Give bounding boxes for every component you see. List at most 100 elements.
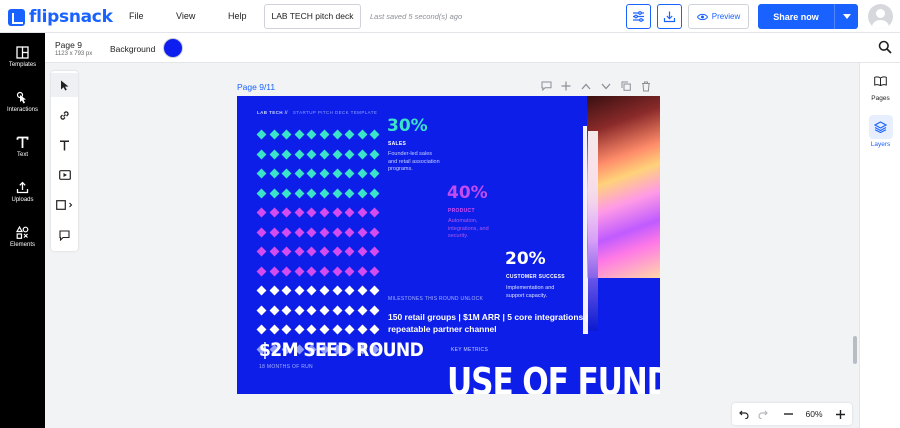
page-properties-bar: Page 9 1123 x 793 px Background	[45, 33, 900, 63]
user-avatar[interactable]	[868, 4, 893, 29]
diamond-shape	[256, 129, 267, 140]
top-bar: flipsnack File View Help LAB TECH pitch …	[0, 0, 900, 33]
diamond-shape	[357, 324, 368, 335]
interactions-icon	[16, 91, 26, 104]
menu-view[interactable]: View	[176, 11, 195, 21]
diamond-shape	[319, 246, 330, 257]
stat-product-desc: Automation, integrations, and security.	[448, 218, 489, 239]
diamond-shape	[344, 149, 355, 159]
diamond-shape	[344, 285, 355, 296]
redo-button[interactable]	[754, 403, 772, 425]
sidebar-item-label: Text	[16, 152, 28, 158]
delete-page-button[interactable]	[639, 79, 653, 93]
logo-mark-icon	[8, 8, 25, 26]
save-status: Last saved 5 second(s) ago	[370, 12, 463, 21]
zoom-level[interactable]: 60%	[800, 403, 828, 425]
diamond-shape	[269, 285, 280, 296]
diamond-shape	[344, 129, 355, 140]
cursor-icon	[60, 80, 68, 90]
preview-button[interactable]: Preview	[688, 4, 749, 29]
search-button[interactable]	[878, 40, 892, 59]
sidebar-item-interactions[interactable]: Interactions	[0, 91, 45, 113]
diamond-shape	[306, 324, 317, 335]
menu-help[interactable]: Help	[228, 11, 247, 21]
diamond-shape	[256, 188, 267, 198]
diamond-shape	[306, 129, 317, 140]
comment-icon	[541, 81, 551, 91]
text-tool[interactable]	[51, 133, 78, 157]
chevron-down-icon	[842, 14, 851, 19]
page-comment-button[interactable]	[539, 79, 553, 93]
preview-label: Preview	[711, 12, 741, 21]
tool-panel	[51, 71, 78, 251]
diamond-shape	[294, 149, 305, 159]
move-page-down-button[interactable]	[599, 79, 613, 93]
diamond-shape	[269, 168, 280, 179]
link-tool[interactable]	[51, 103, 78, 127]
sidebar-item-label: Templates	[8, 62, 37, 68]
undo-button[interactable]	[735, 403, 753, 425]
diamond-shape	[357, 188, 368, 198]
diamond-row	[256, 149, 380, 159]
move-page-up-button[interactable]	[579, 79, 593, 93]
eye-icon	[696, 13, 708, 20]
diamond-shape	[294, 168, 305, 179]
diamond-shape	[332, 207, 343, 218]
rightnav-pages[interactable]: Pages	[860, 69, 900, 102]
text-icon	[16, 136, 29, 148]
sidebar-item-text[interactable]: Text	[0, 136, 45, 158]
diamond-shape	[332, 188, 343, 198]
stat-cs-label: CUSTOMER SUCCESS	[506, 274, 565, 280]
select-tool[interactable]	[51, 73, 78, 97]
diamond-shape	[256, 207, 267, 218]
diamond-shape	[357, 227, 368, 237]
rightnav-layers[interactable]: Layers	[860, 115, 900, 148]
sliders-icon	[633, 11, 644, 22]
diamond-shape	[344, 168, 355, 179]
shape-tool[interactable]	[51, 193, 78, 217]
diamond-row	[256, 266, 380, 276]
diamond-shape	[281, 188, 292, 198]
diamond-shape	[332, 305, 343, 315]
diamond-shape	[332, 324, 343, 335]
stat-product-pct: 40%	[447, 183, 488, 203]
document-title-field[interactable]: LAB TECH pitch deck	[264, 4, 361, 29]
video-icon	[58, 170, 71, 180]
diamond-shape	[369, 266, 380, 276]
plus-icon	[561, 81, 571, 91]
diamond-shape	[344, 266, 355, 276]
sidebar-item-templates[interactable]: Templates	[0, 46, 45, 68]
diamond-shape	[332, 149, 343, 159]
diamond-shape	[281, 149, 292, 159]
menu-file[interactable]: File	[129, 11, 144, 21]
share-dropdown-toggle[interactable]	[834, 4, 858, 29]
use-of-funds-title: USE OF FUNDS	[447, 360, 660, 394]
milestones-text: 150 retail groups | $1M ARR | 5 core int…	[388, 312, 589, 334]
background-color-swatch[interactable]	[163, 38, 183, 58]
zoom-out-button[interactable]	[779, 403, 797, 425]
flipsnack-logo[interactable]: flipsnack	[8, 7, 113, 27]
diamond-shape	[294, 188, 305, 198]
diamond-shape	[344, 246, 355, 257]
diamond-shape	[269, 207, 280, 218]
duplicate-page-button[interactable]	[619, 79, 633, 93]
download-button[interactable]	[657, 4, 682, 29]
diamond-row	[256, 207, 380, 218]
download-icon	[663, 11, 676, 23]
diamond-shape	[269, 324, 280, 335]
diamond-shape	[281, 207, 292, 218]
media-tool[interactable]	[51, 163, 78, 187]
zoom-in-button[interactable]	[831, 403, 849, 425]
page-canvas[interactable]: LAB TECH // STARTUP PITCH DECK TEMPLATE …	[237, 96, 660, 394]
settings-button[interactable]	[626, 4, 651, 29]
diamond-shape	[256, 285, 267, 296]
add-page-button[interactable]	[559, 79, 573, 93]
brand-name: flipsnack	[29, 7, 113, 27]
vertical-scrollbar[interactable]	[853, 336, 857, 364]
diamond-row	[256, 168, 380, 179]
sidebar-item-elements[interactable]: Elements	[0, 226, 45, 248]
diamond-shape	[281, 285, 292, 296]
comment-tool[interactable]	[51, 223, 78, 247]
share-button[interactable]: Share now	[758, 4, 858, 29]
sidebar-item-uploads[interactable]: Uploads	[0, 181, 45, 203]
